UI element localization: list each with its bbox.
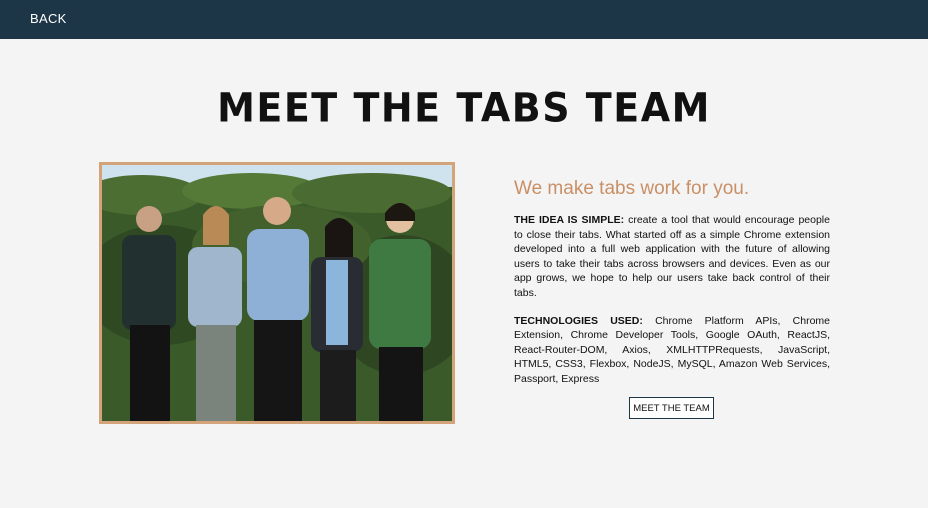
meet-the-team-button[interactable]: MEET THE TEAM bbox=[629, 397, 714, 419]
technologies-heading: TECHNOLOGIES USED: bbox=[514, 314, 643, 327]
team-photo bbox=[99, 162, 455, 424]
idea-text: create a tool that would encourage peopl… bbox=[514, 214, 830, 299]
tagline: We make tabs work for you. bbox=[514, 178, 750, 199]
idea-heading: THE IDEA IS SIMPLE: bbox=[514, 214, 625, 226]
technologies-paragraph: TECHNOLOGIES USED: Chrome Platform APIs,… bbox=[514, 314, 830, 387]
about-section: We make tabs work for you. THE IDEA IS S… bbox=[514, 178, 830, 387]
idea-paragraph: THE IDEA IS SIMPLE: create a tool that w… bbox=[514, 213, 830, 301]
top-nav-bar: BACK bbox=[0, 0, 928, 39]
page-title: MEET THE TABS TEAM bbox=[217, 84, 711, 132]
back-button[interactable]: BACK bbox=[30, 11, 67, 26]
team-photo-illustration bbox=[102, 165, 452, 421]
